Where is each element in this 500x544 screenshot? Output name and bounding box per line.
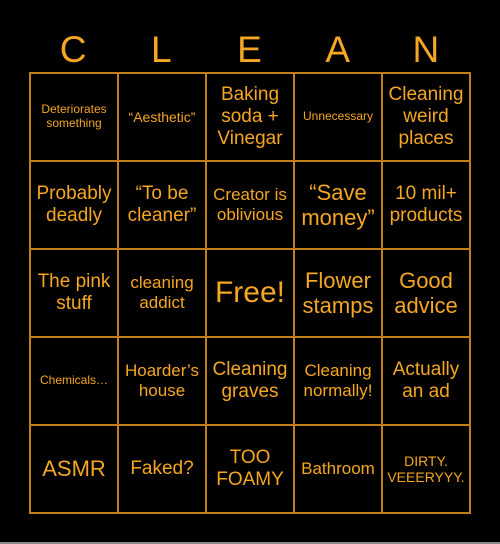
bingo-cell[interactable]: Baking soda + Vinegar bbox=[207, 74, 295, 162]
bingo-cell[interactable]: Creator is oblivious bbox=[207, 162, 295, 250]
bingo-cell[interactable]: Faked? bbox=[119, 426, 207, 514]
bingo-cell[interactable]: 10 mil+ products bbox=[383, 162, 471, 250]
bingo-cell[interactable]: Chemicals… bbox=[31, 338, 119, 426]
cell-text: Actually an ad bbox=[392, 359, 460, 402]
header-letter-e: E bbox=[237, 29, 262, 70]
bingo-cell[interactable]: Cleaning normally! bbox=[295, 338, 383, 426]
bingo-cell[interactable]: Bathroom bbox=[295, 426, 383, 514]
bingo-cell[interactable]: Probably deadly bbox=[31, 162, 119, 250]
free-space-cell[interactable]: Free! bbox=[207, 250, 295, 338]
cell-text: Faked? bbox=[130, 458, 194, 480]
cell-text: “Aesthetic” bbox=[128, 108, 196, 125]
header-letter-c: C bbox=[59, 29, 87, 70]
header-letter-a: A bbox=[325, 29, 351, 70]
cell-text: Probably deadly bbox=[36, 183, 112, 226]
cell-text: Bathroom bbox=[301, 459, 375, 479]
cell-text: The pink stuff bbox=[37, 271, 111, 314]
bingo-cell[interactable]: Hoarder’s house bbox=[119, 338, 207, 426]
bingo-board: Deteriorates something “Aesthetic” Bakin… bbox=[29, 72, 471, 514]
bingo-cell[interactable]: “Save money” bbox=[295, 162, 383, 250]
bingo-cell[interactable]: Unnecessary bbox=[295, 74, 383, 162]
cell-text: Cleaning graves bbox=[212, 359, 288, 402]
cell-text: Free! bbox=[214, 275, 286, 309]
bingo-cell[interactable]: ASMR bbox=[31, 426, 119, 514]
bingo-cell[interactable]: TOO FOAMY bbox=[207, 426, 295, 514]
bingo-cell[interactable]: Cleaning graves bbox=[207, 338, 295, 426]
bingo-header: C L E A N bbox=[29, 26, 470, 73]
cell-text: cleaning addict bbox=[130, 273, 194, 312]
header-letter-n: N bbox=[412, 29, 440, 70]
cell-text: Cleaning weird places bbox=[388, 84, 464, 149]
bingo-cell[interactable]: “Aesthetic” bbox=[119, 74, 207, 162]
cell-text: Hoarder’s house bbox=[124, 361, 200, 400]
cell-text: Baking soda + Vinegar bbox=[217, 84, 283, 149]
bingo-cell[interactable]: cleaning addict bbox=[119, 250, 207, 338]
cell-text: Deteriorates something bbox=[41, 102, 107, 130]
cell-text: Cleaning normally! bbox=[303, 361, 373, 400]
bingo-cell[interactable]: The pink stuff bbox=[31, 250, 119, 338]
bingo-cell[interactable]: Good advice bbox=[383, 250, 471, 338]
cell-text: DIRTY. VEEERYYY. bbox=[387, 452, 465, 485]
cell-text: Unnecessary bbox=[302, 109, 374, 124]
cell-text: “Save money” bbox=[301, 179, 375, 230]
bingo-cell[interactable]: DIRTY. VEEERYYY. bbox=[383, 426, 471, 514]
cell-text: Creator is oblivious bbox=[213, 185, 287, 224]
header-letter-l: L bbox=[151, 29, 172, 70]
cell-text: 10 mil+ products bbox=[389, 183, 463, 226]
cell-text: ASMR bbox=[42, 456, 106, 482]
cell-text: Good advice bbox=[394, 267, 458, 318]
bingo-cell[interactable]: Actually an ad bbox=[383, 338, 471, 426]
bingo-cell[interactable]: Flower stamps bbox=[295, 250, 383, 338]
bingo-cell[interactable]: “To be cleaner” bbox=[119, 162, 207, 250]
cell-text: Chemicals… bbox=[39, 373, 108, 388]
cell-text: Flower stamps bbox=[302, 267, 374, 318]
cell-text: “To be cleaner” bbox=[127, 183, 197, 226]
cell-text: TOO FOAMY bbox=[216, 447, 284, 490]
bingo-cell[interactable]: Cleaning weird places bbox=[383, 74, 471, 162]
bingo-cell[interactable]: Deteriorates something bbox=[31, 74, 119, 162]
